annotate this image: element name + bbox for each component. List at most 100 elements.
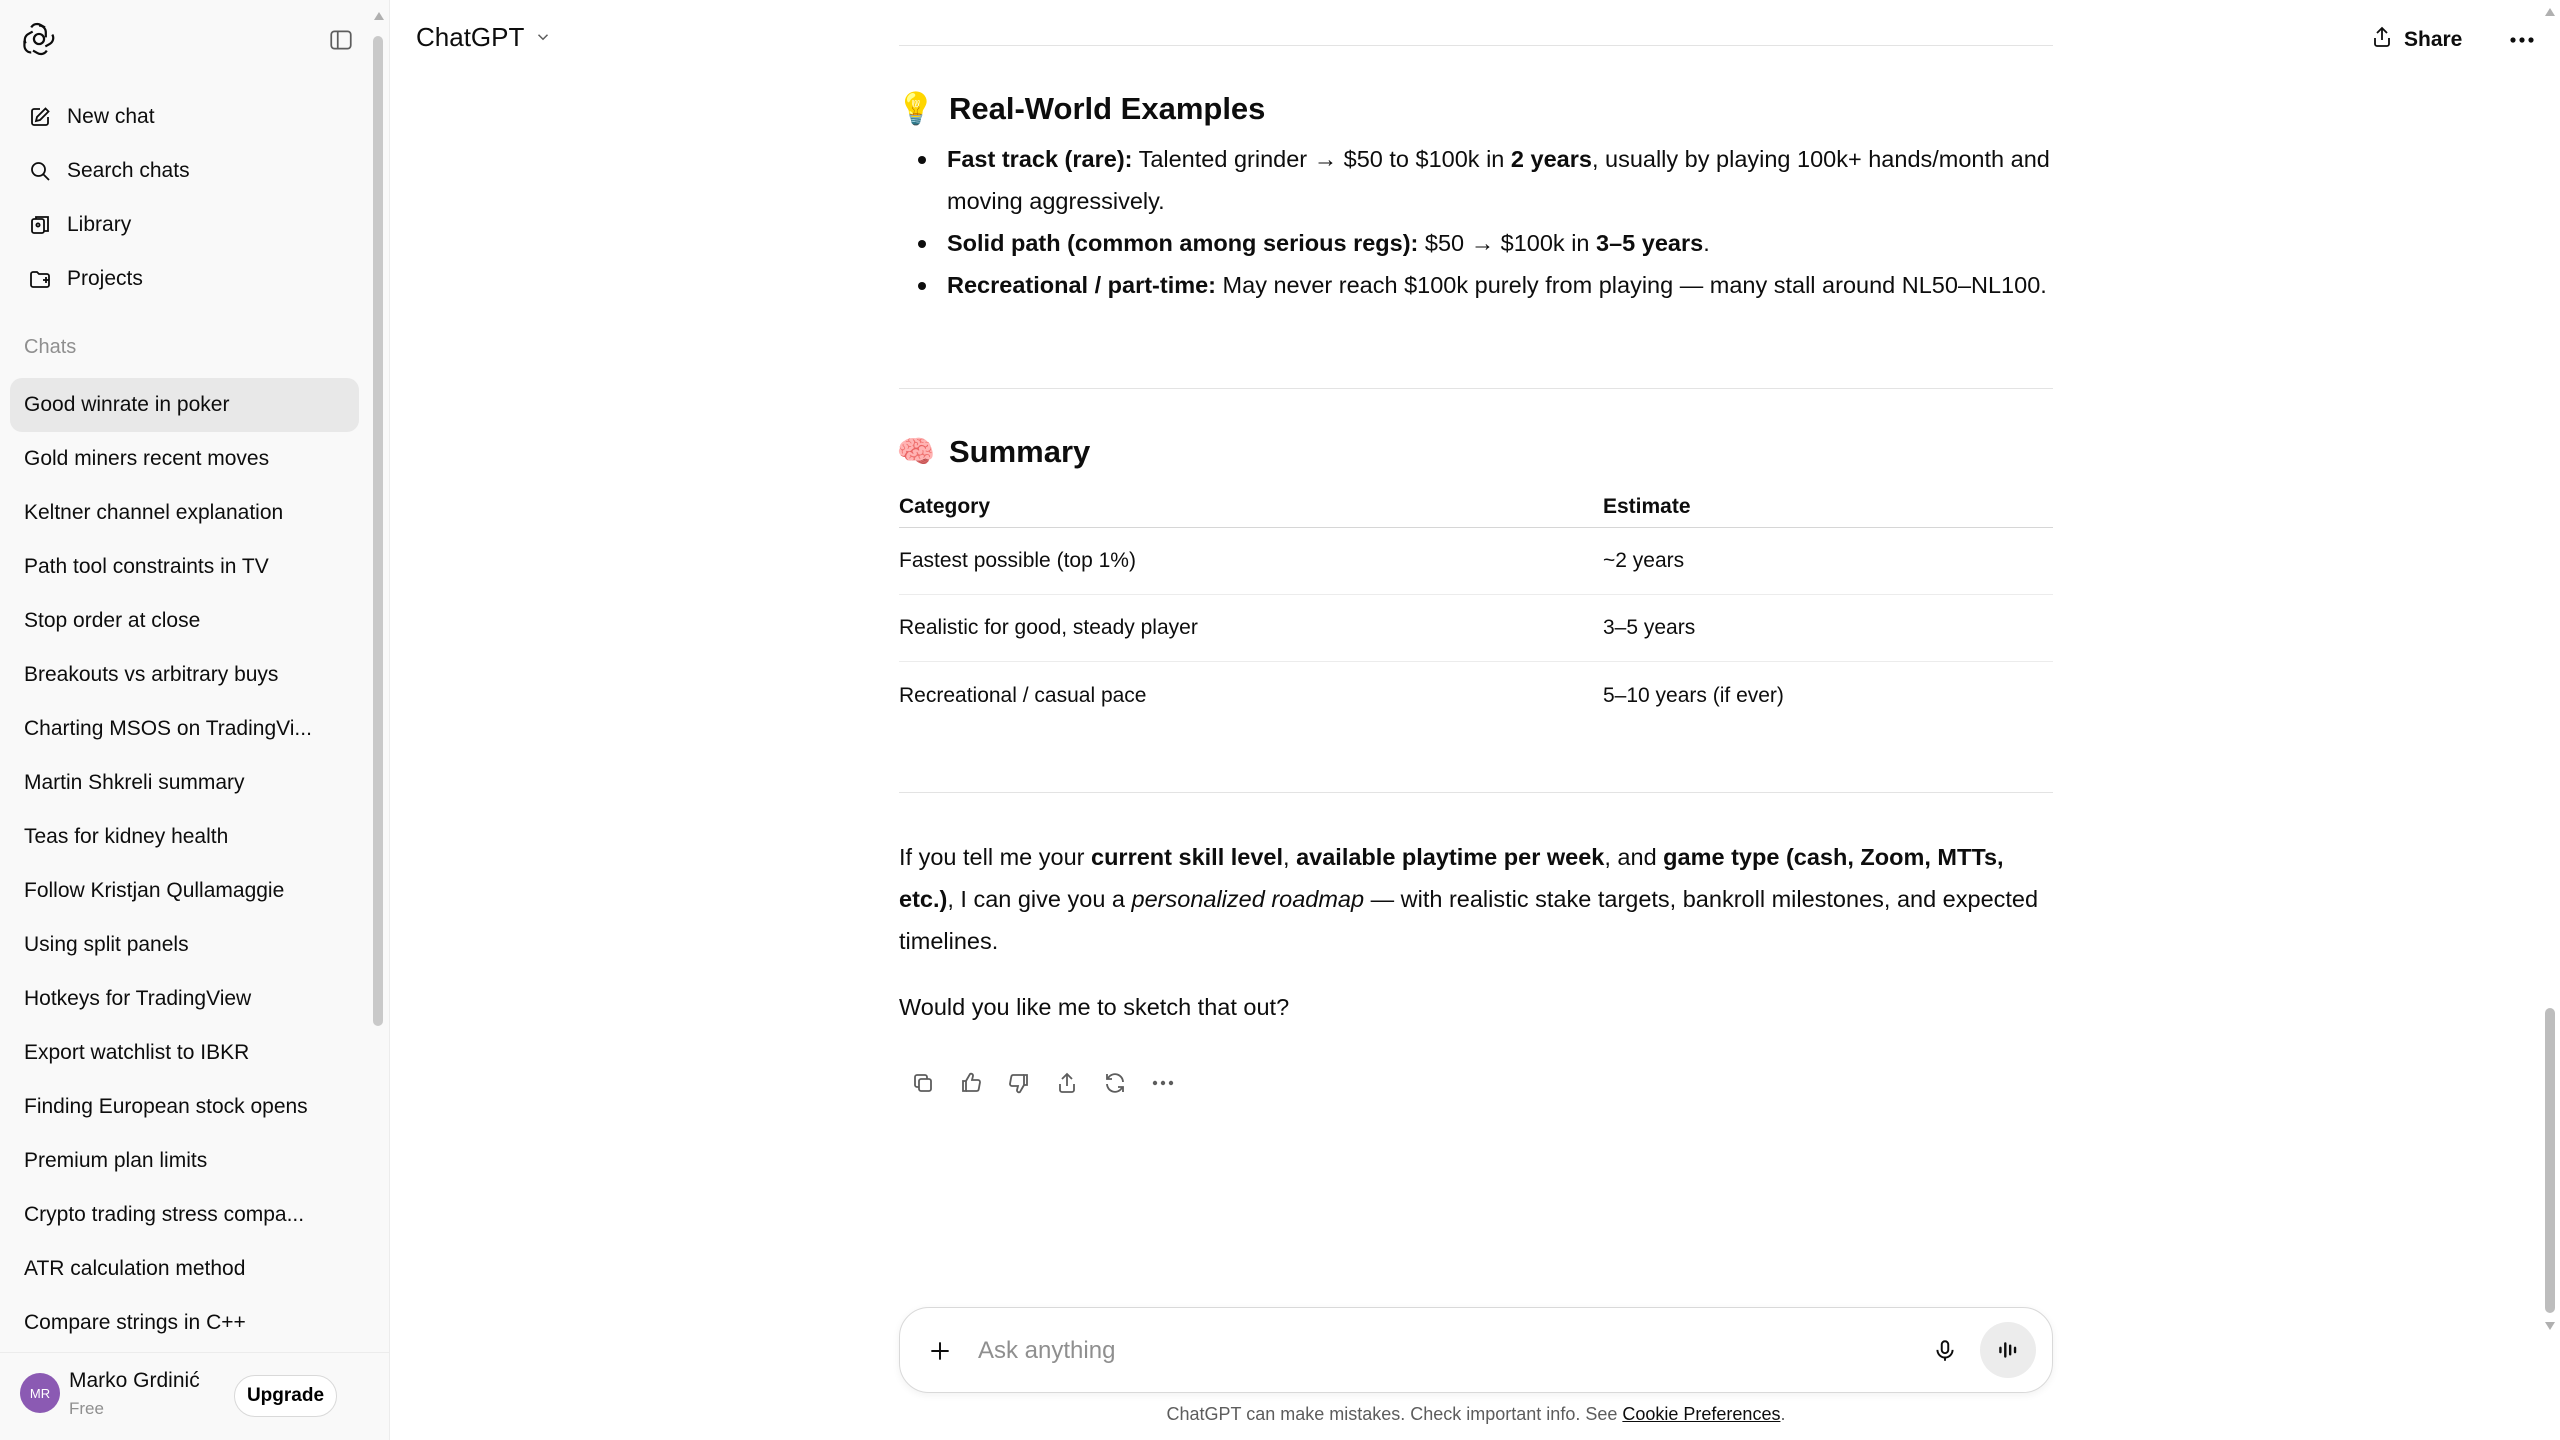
user-plan: Free [69,1399,104,1418]
table-cell: 5–10 years (if ever) [1603,683,1784,707]
item-text: $50 → $100k in [1418,230,1597,256]
divider [899,792,2053,793]
chat-item[interactable]: Path tool constraints in TV [10,540,359,594]
upgrade-button[interactable]: Upgrade [234,1375,337,1417]
examples-list: Fast track (rare): Talented grinder → $5… [899,138,2053,306]
list-item: Solid path (common among serious regs): … [899,222,2053,264]
summary-table: Category Estimate Fastest possible (top … [899,486,2053,729]
item-bold: Solid path (common among serious regs): [947,230,1419,256]
avatar[interactable]: MR [20,1373,60,1413]
chat-item[interactable]: Good winrate in poker [10,378,359,432]
chat-item[interactable]: Gold miners recent moves [10,432,359,486]
projects-icon [25,264,55,294]
assistant-message: 💡 Real-World Examples Fast track (rare):… [896,0,2053,1300]
examples-heading: 💡 Real-World Examples [896,90,1266,127]
lightbulb-icon: 💡 [896,91,936,126]
microphone-icon[interactable] [1926,1332,1964,1370]
more-actions-icon[interactable] [1139,1066,1187,1100]
chat-item[interactable]: Charting MSOS on TradingVi... [10,702,359,756]
scroll-up-arrow-icon[interactable] [2545,8,2555,16]
chat-item[interactable]: Export watchlist to IBKR [10,1026,359,1080]
search-chats-label: Search chats [67,159,190,182]
thumbs-down-icon[interactable] [995,1066,1043,1100]
library-icon [25,210,55,240]
italic-span: personalized roadmap [1131,886,1365,912]
projects-label: Projects [67,267,143,290]
prompt-input[interactable] [978,1330,1798,1372]
more-options-icon[interactable] [2502,24,2542,56]
share-icon [2370,25,2394,55]
search-chats-button[interactable]: Search chats [10,144,359,198]
user-account-bar[interactable]: MR Marko Grdinić Free Upgrade [0,1352,389,1440]
scroll-down-arrow-icon[interactable] [2545,1322,2555,1330]
chat-item[interactable]: Using split panels [10,918,359,972]
chat-item[interactable]: Breakouts vs arbitrary buys [10,648,359,702]
chat-item[interactable]: Crypto trading stress compa... [10,1188,359,1242]
disclaimer-text: ChatGPT can make mistakes. Check importa… [1166,1404,1623,1424]
model-name: ChatGPT [416,22,525,52]
chat-item[interactable]: Finding European stock opens [10,1080,359,1134]
text-span: , [1283,844,1297,870]
copy-icon[interactable] [899,1066,947,1100]
item-text: May never reach $100k purely from playin… [1216,272,2047,298]
bold-span: available playtime per week [1296,844,1605,870]
sidebar-scroll-thumb[interactable] [373,36,383,1026]
main-scrollbar[interactable] [2540,0,2560,1340]
chat-item[interactable]: Teas for kidney health [10,810,359,864]
main-scroll-thumb[interactable] [2545,1008,2555,1313]
regenerate-icon[interactable] [1091,1066,1139,1100]
examples-title: Real-World Examples [949,90,1266,126]
sidebar-toggle-icon[interactable] [323,22,359,58]
brain-icon: 🧠 [896,434,936,469]
text-span: , and [1604,844,1664,870]
library-button[interactable]: Library [10,198,359,252]
add-attachment-icon[interactable] [922,1333,958,1369]
item-text: . [1703,230,1710,256]
share-label: Share [2404,28,2463,51]
closing-paragraph: If you tell me your current skill level,… [899,836,2053,962]
sidebar: New chat Search chats Library Projects C… [0,0,390,1440]
openai-logo-icon[interactable] [20,20,58,58]
chats-heading: Chats [24,336,77,358]
chat-item[interactable]: Keltner channel explanation [10,486,359,540]
divider [899,45,2053,46]
model-selector[interactable]: ChatGPT [416,22,552,53]
closing-question: Would you like me to sketch that out? [899,994,1290,1020]
sidebar-nav: New chat Search chats Library Projects [10,90,359,306]
new-chat-label: New chat [67,105,155,128]
divider [899,388,2053,389]
voice-mode-icon[interactable] [1980,1322,2036,1378]
new-chat-icon [25,102,55,132]
table-cell: Recreational / casual pace [899,683,1147,707]
projects-button[interactable]: Projects [10,252,359,306]
sidebar-scrollbar[interactable] [371,10,385,1430]
chat-item[interactable]: ATR calculation method [10,1242,359,1296]
table-cell: ~2 years [1603,549,1685,572]
summary-title: Summary [949,433,1091,469]
chat-item[interactable]: Martin Shkreli summary [10,756,359,810]
table-row: Recreational / casual pace 5–10 years (i… [899,662,2053,729]
chat-item[interactable]: Follow Kristjan Qullamaggie [10,864,359,918]
list-item: Fast track (rare): Talented grinder → $5… [899,138,2053,222]
new-chat-button[interactable]: New chat [10,90,359,144]
cookie-preferences-link[interactable]: Cookie Preferences [1622,1404,1780,1424]
disclaimer-end: . [1780,1404,1786,1424]
thumbs-up-icon[interactable] [947,1066,995,1100]
share-response-icon[interactable] [1043,1066,1091,1100]
text-span: , I can give you a [947,886,1132,912]
item-bold: Fast track (rare): [947,146,1133,172]
share-button[interactable]: Share [2370,22,2462,58]
chat-item[interactable]: Stop order at close [10,594,359,648]
table-row: Fastest possible (top 1%) ~2 years [899,528,2053,595]
scroll-up-arrow-icon[interactable] [374,12,384,20]
item-bold: 2 years [1510,146,1592,172]
chevron-down-icon [534,22,552,53]
app-window: New chat Search chats Library Projects C… [0,0,2560,1440]
disclaimer: ChatGPT can make mistakes. Check importa… [899,1404,2053,1425]
chat-item[interactable]: Compare strings in C++ [10,1296,359,1350]
chat-item[interactable]: Hotkeys for TradingView [10,972,359,1026]
table-header-row: Category Estimate [899,486,2053,528]
summary-heading: 🧠 Summary [896,433,1091,470]
chat-item[interactable]: Premium plan limits [10,1134,359,1188]
table-header-category: Category [899,494,991,518]
